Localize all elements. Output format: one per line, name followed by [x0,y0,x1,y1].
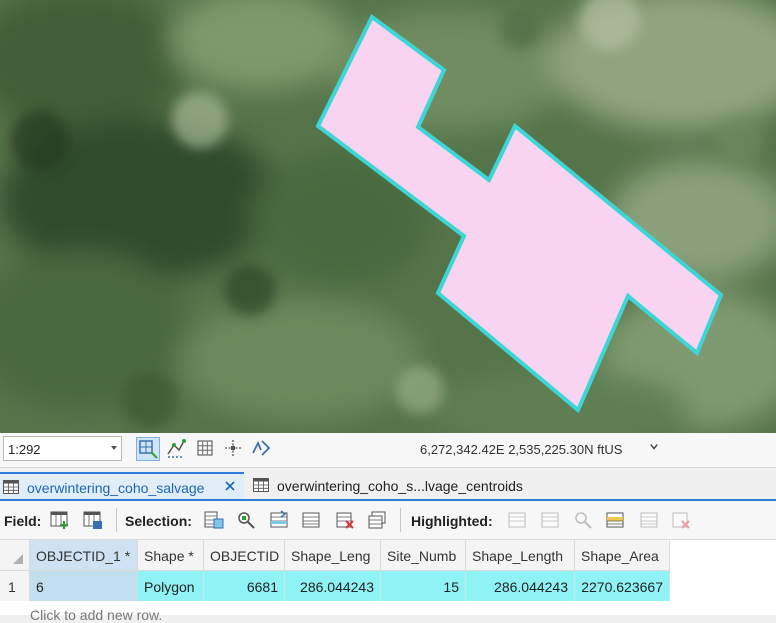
table-tabs: overwintering_coho_salvage overwintering… [0,468,776,501]
constraints-button[interactable] [222,437,246,461]
calculate-field-icon[interactable] [83,510,103,530]
zoom-to-highlighted-icon[interactable] [573,510,593,530]
snap-grid-icon [139,440,158,459]
chevron-down-icon[interactable] [650,443,658,451]
map-status-bar: 1:292 6,272,342.42E 2,535,225.30N ftUS [0,433,776,468]
switch-selection-icon[interactable] [269,510,289,530]
highlighted-label: Highlighted: [411,513,493,529]
tab-overwintering-coho-salvage-centroids[interactable]: overwintering_coho_s...lvage_centroids [246,472,546,499]
tab-label: overwintering_coho_salvage [27,480,205,496]
snapping-icon [167,439,186,458]
table-toolbar: Field: Selection: Highlighted: [0,501,776,540]
column-header-shape-leng[interactable]: Shape_Leng [285,540,381,571]
column-header-shape-area[interactable]: Shape_Area [575,540,670,571]
snap-grid-button[interactable] [136,437,160,461]
table-cell[interactable]: 15 [381,571,466,601]
snapping-button[interactable] [165,437,189,461]
column-header-objectid[interactable]: OBJECTID [204,540,285,571]
cursor-coordinates: 6,272,342.42E 2,535,225.30N ftUS [420,442,623,457]
scale-value: 1:292 [8,442,41,457]
delete-highlighted-icon[interactable] [671,510,691,530]
table-corner[interactable] [0,540,30,571]
grid-button[interactable] [194,437,218,461]
table-cell[interactable]: 6 [30,571,138,601]
reselect-highlighted-icon[interactable] [605,510,625,530]
row-number[interactable]: 1 [0,571,30,601]
field-label: Field: [4,513,42,529]
column-header-site-numb[interactable]: Site_Numb [381,540,466,571]
column-header-objectid-1[interactable]: OBJECTID_1 * [30,540,138,571]
correction-button[interactable] [250,437,274,461]
crosshair-icon [225,440,241,456]
selection-label: Selection: [125,513,192,529]
clear-highlighted-icon[interactable] [639,510,659,530]
add-field-icon[interactable] [50,510,70,530]
select-all-icon [13,554,23,564]
table-cell[interactable]: Polygon [138,571,204,601]
toolbar-separator [400,508,401,532]
column-header-shape[interactable]: Shape * [138,540,204,571]
unhighlight-icon[interactable] [540,510,560,530]
close-icon[interactable] [223,479,237,493]
attribute-table: OBJECTID_1 * Shape * OBJECTID Shape_Leng… [0,540,776,623]
table-cell[interactable]: 6681 [204,571,285,601]
delete-selection-icon[interactable] [335,510,355,530]
scale-selector[interactable]: 1:292 [3,436,122,461]
table-cell[interactable]: 286.044243 [285,571,381,601]
table-icon [253,478,269,492]
copy-selection-icon[interactable] [367,510,387,530]
map-view[interactable] [0,0,776,433]
table-icon [3,480,19,494]
toolbar-separator [116,508,117,532]
correction-icon [252,440,271,456]
switch-highlighted-icon[interactable] [507,510,527,530]
table-cell[interactable]: 2270.623667 [575,571,670,601]
map-canvas[interactable] [0,0,776,433]
tab-overwintering-coho-salvage[interactable]: overwintering_coho_salvage [0,472,244,499]
column-header-shape-length[interactable]: Shape_Length [466,540,575,571]
clear-selection-icon[interactable] [301,510,321,530]
table-cell[interactable]: 286.044243 [466,571,575,601]
zoom-to-selection-icon[interactable] [236,510,256,530]
tab-label: overwintering_coho_s...lvage_centroids [277,478,523,494]
grid-icon [197,440,213,456]
add-row-hint[interactable]: Click to add new row. [30,607,162,623]
select-by-attributes-icon[interactable] [204,510,224,530]
chevron-down-icon[interactable] [111,446,117,450]
